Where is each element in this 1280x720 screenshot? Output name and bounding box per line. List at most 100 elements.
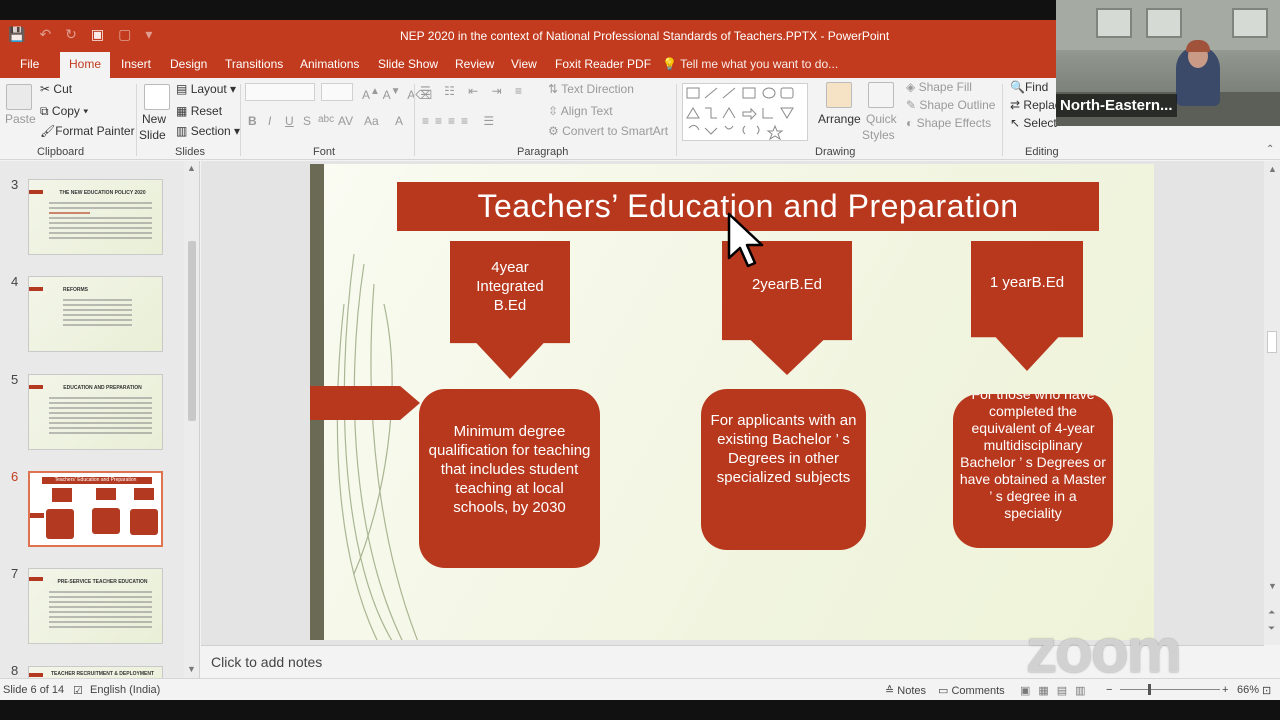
new-slide-button[interactable]: New — [142, 112, 166, 126]
shadow-button[interactable]: abc — [318, 114, 334, 125]
copy-icon: ⧉ — [40, 104, 49, 118]
comments-toggle-label: Comments — [951, 685, 1005, 697]
start-slideshow-icon[interactable]: ▣ — [91, 26, 104, 43]
save-icon[interactable]: 💾 — [8, 26, 25, 43]
quick-styles-button[interactable]: Quick — [866, 112, 897, 126]
align-text-button[interactable]: ⇳ Align Text — [548, 104, 613, 118]
tab-review[interactable]: Review — [455, 57, 494, 71]
slide-thumbnail-8[interactable]: TEACHER RECRUITMENT & DEPLOYMENT — [28, 666, 163, 678]
slide-thumbnail-3[interactable]: THE NEW EDUCATION POLICY 2020 — [28, 179, 163, 255]
format-painter-button[interactable]: 🖌Format Painter — [40, 124, 135, 138]
slide-thumbnail-4[interactable]: REFORMS — [28, 276, 163, 352]
layout-button[interactable]: ▤ Layout ▾ — [176, 82, 236, 96]
tab-animations[interactable]: Animations — [300, 57, 359, 71]
text-box-2year[interactable]: For applicants with an existing Bachelor… — [701, 389, 866, 550]
cut-button[interactable]: ✂ Cut — [40, 82, 72, 96]
change-case-button[interactable]: Aa — [364, 114, 379, 128]
scroll-up-icon[interactable]: ▲ — [187, 163, 196, 173]
italic-button[interactable]: I — [268, 114, 271, 128]
font-group-label: Font — [313, 146, 336, 158]
arrow-label-4year: 4year Integrated B.Ed — [476, 259, 544, 314]
pencil-icon: ✎ — [906, 98, 917, 112]
slide-thumbnail-6[interactable]: Teachers' Education and Preparation — [28, 471, 163, 547]
font-color-button[interactable]: A — [395, 114, 403, 128]
text-box-4year[interactable]: Minimum degree qualification for teachin… — [419, 389, 600, 568]
arrow-shape-1year[interactable]: 1 yearB.Ed — [971, 241, 1083, 371]
scrollbar-thumb[interactable] — [1267, 331, 1277, 353]
undo-icon[interactable]: ↶ — [39, 26, 51, 43]
bold-button[interactable]: B — [248, 114, 257, 128]
language-indicator[interactable]: English (India) — [90, 684, 160, 696]
shape-fill-button[interactable]: ◈ Shape Fill — [906, 80, 972, 94]
video-window — [1146, 8, 1182, 38]
tell-me-box[interactable]: 💡 Tell me what you want to do... — [662, 57, 838, 71]
slide-thumbnail-5[interactable]: EDUCATION AND PREPARATION — [28, 374, 163, 450]
zoom-slider[interactable] — [1120, 684, 1220, 695]
tab-file[interactable]: File — [20, 57, 39, 71]
list-buttons[interactable]: ☰ ☷ ⇤ ⇥ ≡ — [420, 84, 527, 98]
slide-scrollbar[interactable]: ▲ ▼ ⏶ ⏷ — [1264, 161, 1280, 645]
shape-outline-button[interactable]: ✎ Shape Outline — [906, 98, 995, 112]
video-window — [1096, 8, 1132, 38]
video-thumbnail[interactable]: North-Eastern... — [1056, 0, 1280, 126]
text-box-1year[interactable]: For those who have completed the equival… — [953, 394, 1113, 548]
customize-qat-icon[interactable]: ▾ — [145, 26, 152, 43]
underline-button[interactable]: U — [285, 114, 294, 128]
align-text-label: Align Text — [560, 104, 613, 118]
scroll-up-icon[interactable]: ▲ — [1268, 164, 1277, 174]
shape-effects-button[interactable]: ◐ Shape Effects — [906, 116, 991, 130]
tab-foxit-reader-pdf[interactable]: Foxit Reader PDF — [555, 57, 651, 71]
copy-button[interactable]: ⧉ Copy ▾ — [40, 104, 88, 119]
next-slide-icon[interactable]: ⏷ — [1268, 623, 1275, 634]
notes-placeholder[interactable]: Click to add notes — [211, 654, 322, 670]
find-button[interactable]: 🔍Find — [1010, 80, 1048, 94]
reset-button[interactable]: ▦ Reset — [176, 104, 222, 118]
thumbnails-scrollbar[interactable]: ▲ ▼ — [184, 161, 199, 678]
tab-transitions[interactable]: Transitions — [225, 57, 283, 71]
slide-thumbnail-7[interactable]: PRE-SERVICE TEACHER EDUCATION — [28, 568, 163, 644]
arrow-shape-4year[interactable]: 4year Integrated B.Ed — [450, 241, 570, 379]
thumbnail-number: 3 — [11, 177, 19, 192]
scroll-down-icon[interactable]: ▼ — [1268, 581, 1277, 591]
fit-slide-icon[interactable]: ⊡ — [1262, 684, 1271, 697]
thumbnail-number: 7 — [11, 566, 19, 581]
participant-hair — [1186, 40, 1210, 52]
arrow-label-1year: 1 yearB.Ed — [989, 274, 1065, 291]
scroll-down-icon[interactable]: ▼ — [187, 664, 196, 674]
tab-slide-show[interactable]: Slide Show — [378, 57, 438, 71]
zoom-in-icon[interactable]: + — [1222, 684, 1228, 696]
spellcheck-icon[interactable]: ☑ — [73, 684, 83, 697]
select-button[interactable]: ↖ Select — [1010, 116, 1057, 130]
replace-button[interactable]: ⇄ Replac — [1010, 98, 1061, 112]
character-spacing-button[interactable]: AV — [338, 114, 353, 128]
alignment-buttons[interactable]: ≡≡≡≡ ☰ — [422, 114, 500, 128]
notes-toggle[interactable]: ≙ Notes — [885, 684, 926, 697]
new-file-icon[interactable]: ▢ — [118, 26, 131, 43]
text-direction-button[interactable]: ⇅ Text Direction — [548, 82, 634, 96]
section-button[interactable]: ▥ Section ▾ — [176, 124, 240, 138]
comments-toggle[interactable]: ▭ Comments — [938, 684, 1005, 697]
thumbnail-number: 8 — [11, 663, 19, 678]
tab-view[interactable]: View — [511, 57, 537, 71]
quick-styles-button-line2[interactable]: Styles — [862, 128, 895, 142]
font-size-field[interactable] — [321, 83, 353, 101]
layout-label: Layout — [190, 82, 227, 96]
thumbnail-title: Teachers' Education and Preparation — [54, 477, 137, 483]
paste-button[interactable]: Paste — [5, 112, 36, 126]
thumbnail-shape — [30, 513, 44, 518]
arrange-button[interactable]: Arrange — [818, 112, 861, 126]
collapse-ribbon-icon[interactable]: ⌃ — [1266, 144, 1274, 155]
convert-smartart-button[interactable]: ⚙ Convert to SmartArt — [548, 124, 668, 138]
zoom-level[interactable]: 66% — [1237, 684, 1259, 696]
align-text-icon: ⇳ — [548, 104, 559, 118]
new-slide-button-line2[interactable]: Slide — [139, 128, 166, 142]
strikethrough-button[interactable]: S — [303, 114, 311, 128]
scrollbar-thumb[interactable] — [188, 241, 196, 421]
tab-insert[interactable]: Insert — [121, 57, 151, 71]
tab-home[interactable]: Home — [60, 52, 111, 78]
font-name-field[interactable] — [245, 83, 315, 101]
shapes-gallery[interactable] — [682, 83, 808, 141]
previous-slide-icon[interactable]: ⏶ — [1268, 607, 1275, 618]
redo-icon[interactable]: ↻ — [65, 26, 77, 43]
tab-design[interactable]: Design — [170, 57, 207, 71]
